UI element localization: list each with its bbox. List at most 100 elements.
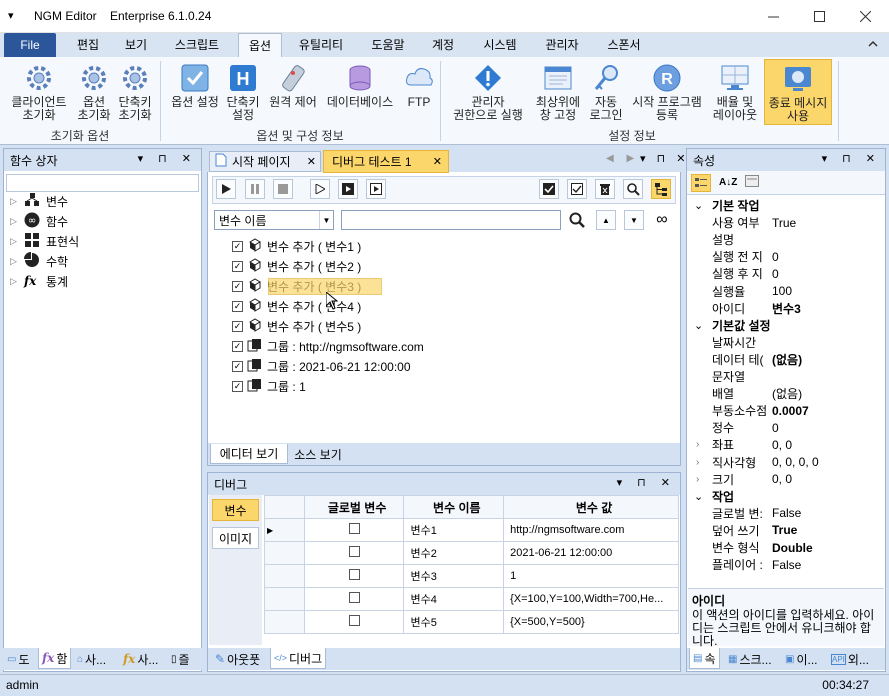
property-row[interactable]: 글로벌 변: False <box>690 505 884 522</box>
expand-icon[interactable]: › <box>696 457 699 468</box>
property-value[interactable]: 0.0007 <box>772 404 809 418</box>
script-action-row[interactable]: ✓ 그룹 : http://ngmsoftware.com <box>232 337 424 355</box>
panel-controls[interactable]: ▾ ⊓ ✕ <box>617 476 676 489</box>
check-button[interactable] <box>567 179 587 199</box>
property-value[interactable]: False <box>772 558 801 572</box>
expand-icon[interactable]: ▷ <box>10 196 18 207</box>
step-over-button[interactable] <box>366 179 386 199</box>
property-row[interactable]: 날짜시간 <box>690 334 884 351</box>
table-row[interactable]: 변수3 1 <box>264 564 679 588</box>
property-row[interactable]: 실행율 100 <box>690 283 884 300</box>
global-checkbox-cell[interactable] <box>303 587 405 611</box>
global-checkbox[interactable] <box>348 523 360 534</box>
menu-script[interactable]: 스크립트 <box>164 33 230 57</box>
table-row[interactable]: 변수4 {X=100,Y=100,Width=700,He... <box>264 587 679 611</box>
tree-view-button[interactable] <box>651 179 671 199</box>
menu-file[interactable]: File <box>4 33 56 57</box>
loop-button[interactable]: ∞ <box>650 210 674 230</box>
property-row[interactable]: 데이터 테((없음) <box>690 351 884 368</box>
script-action-row[interactable]: ✓ 그룹 : 1 <box>232 377 306 395</box>
property-row[interactable]: 설명 <box>690 231 884 248</box>
property-row[interactable]: 변수 형식 Double <box>690 539 884 556</box>
row-checkbox[interactable]: ✓ <box>232 280 243 292</box>
ribbon-collapse-icon[interactable] <box>867 38 881 52</box>
option-settings-button[interactable]: 옵션 설정 <box>166 59 224 125</box>
property-row[interactable]: › 크기 0, 0 <box>690 471 884 488</box>
column-header[interactable]: 변수 이름 <box>403 495 505 519</box>
search-field-combo[interactable]: 변수 이름 ▼ <box>214 210 334 230</box>
search-next-button[interactable]: ▼ <box>624 210 644 230</box>
property-value[interactable]: 0, 0, 0, 0 <box>772 455 819 469</box>
categorized-icon[interactable] <box>691 173 711 192</box>
sort-az-icon[interactable]: A↓Z <box>719 177 737 188</box>
tab-favorites[interactable]: ▯ 즐 <box>168 649 193 669</box>
search-button[interactable] <box>566 209 588 231</box>
property-value[interactable]: 0 <box>772 250 779 264</box>
property-value[interactable]: True <box>772 216 796 230</box>
property-row[interactable]: › 직사각형 0, 0, 0, 0 <box>690 454 884 471</box>
property-row[interactable]: 사용 여부 True <box>690 214 884 231</box>
tree-item-statistics[interactable]: ▷ fx 통계 <box>10 272 68 290</box>
close-icon[interactable]: ✕ <box>307 155 316 168</box>
variable-name-cell[interactable]: 변수1 <box>403 518 505 542</box>
minimize-button[interactable] <box>750 0 796 33</box>
property-value[interactable]: Double <box>772 541 813 555</box>
chevron-down-icon[interactable]: ▼ <box>319 211 333 229</box>
search-input[interactable] <box>341 210 561 230</box>
table-row[interactable]: 변수2 2021-06-21 12:00:00 <box>264 541 679 565</box>
tab-debug-test[interactable]: 디버그 테스트 1 ✕ <box>323 150 449 173</box>
row-checkbox[interactable]: ✓ <box>232 260 243 272</box>
property-value[interactable]: (없음) <box>772 351 802 368</box>
tab-start-page[interactable]: 시작 페이지 ✕ <box>209 151 321 172</box>
variable-value-cell[interactable]: 1 <box>503 564 679 588</box>
row-checkbox[interactable]: ✓ <box>232 320 243 332</box>
script-action-row[interactable]: ✓ 변수 추가 ( 변수1 ) <box>232 237 361 255</box>
variable-name-cell[interactable]: 변수2 <box>403 541 505 565</box>
property-row[interactable]: 실행 후 지 0 <box>690 265 884 282</box>
property-value[interactable]: True <box>772 523 797 537</box>
tab-output[interactable]: ✎ 아웃풋 <box>212 649 263 669</box>
delete-button[interactable] <box>595 179 615 199</box>
property-row[interactable]: 부동소수점 0.0007 <box>690 402 884 419</box>
property-category[interactable]: ⌄ 기본값 설정 <box>690 317 884 334</box>
global-checkbox[interactable] <box>348 592 360 603</box>
scale-layout-button[interactable]: 배율 및 레이아웃 <box>708 59 762 125</box>
row-checkbox[interactable]: ✓ <box>232 240 243 252</box>
tree-item-math[interactable]: ▷ 수학 <box>10 251 68 270</box>
global-checkbox-cell[interactable] <box>303 610 405 634</box>
close-icon[interactable]: ✕ <box>433 155 442 168</box>
variable-name-cell[interactable]: 변수3 <box>403 564 505 588</box>
step-play-button[interactable] <box>310 179 330 199</box>
variable-value-cell[interactable]: {X=100,Y=100,Width=700,He... <box>503 587 679 611</box>
run-as-admin-button[interactable]: 관리자 권한으로 실행 <box>446 59 530 125</box>
shortcut-settings-button[interactable]: H 단축키 설정 <box>224 59 262 125</box>
collapse-icon[interactable]: ⌄ <box>694 199 706 212</box>
auto-login-button[interactable]: 자동 로그인 <box>586 59 626 125</box>
row-header[interactable] <box>264 564 305 588</box>
column-header[interactable]: 글로벌 변수 <box>303 495 405 519</box>
play-button[interactable] <box>216 179 236 199</box>
system-menu-icon[interactable]: ▾ <box>8 9 14 22</box>
expand-icon[interactable]: ▷ <box>10 216 18 227</box>
panel-controls[interactable]: ▾ ⊓ ✕ <box>138 152 197 165</box>
property-value[interactable]: 0, 0 <box>772 472 792 486</box>
variable-name-cell[interactable]: 변수4 <box>403 587 505 611</box>
column-header[interactable]: 변수 값 <box>503 495 679 519</box>
script-action-row[interactable]: ✓ 변수 추가 ( 변수2 ) <box>232 257 361 275</box>
step-into-button[interactable] <box>338 179 358 199</box>
side-tab-variables[interactable]: 변수 <box>212 499 259 521</box>
tab-user-functions[interactable]: fx 사... <box>120 649 161 669</box>
shortcut-reset-button[interactable]: 단축키 초기화 <box>114 59 156 125</box>
row-header[interactable]: ▶ <box>264 518 305 542</box>
global-checkbox-cell[interactable] <box>303 541 405 565</box>
maximize-button[interactable] <box>796 0 842 33</box>
variable-value-cell[interactable]: http://ngmsoftware.com <box>503 518 679 542</box>
close-button[interactable] <box>842 0 888 33</box>
tab-dictionary[interactable]: ⌂ 사... <box>74 649 109 669</box>
menu-options[interactable]: 옵션 <box>238 33 282 58</box>
tab-script[interactable]: ▦ 스크... <box>725 649 775 669</box>
expand-icon[interactable]: ▷ <box>10 276 18 287</box>
tab-properties[interactable]: ▤ 속 <box>689 648 720 669</box>
check-all-button[interactable] <box>539 179 559 199</box>
property-row[interactable]: 플레이어 : False <box>690 556 884 573</box>
